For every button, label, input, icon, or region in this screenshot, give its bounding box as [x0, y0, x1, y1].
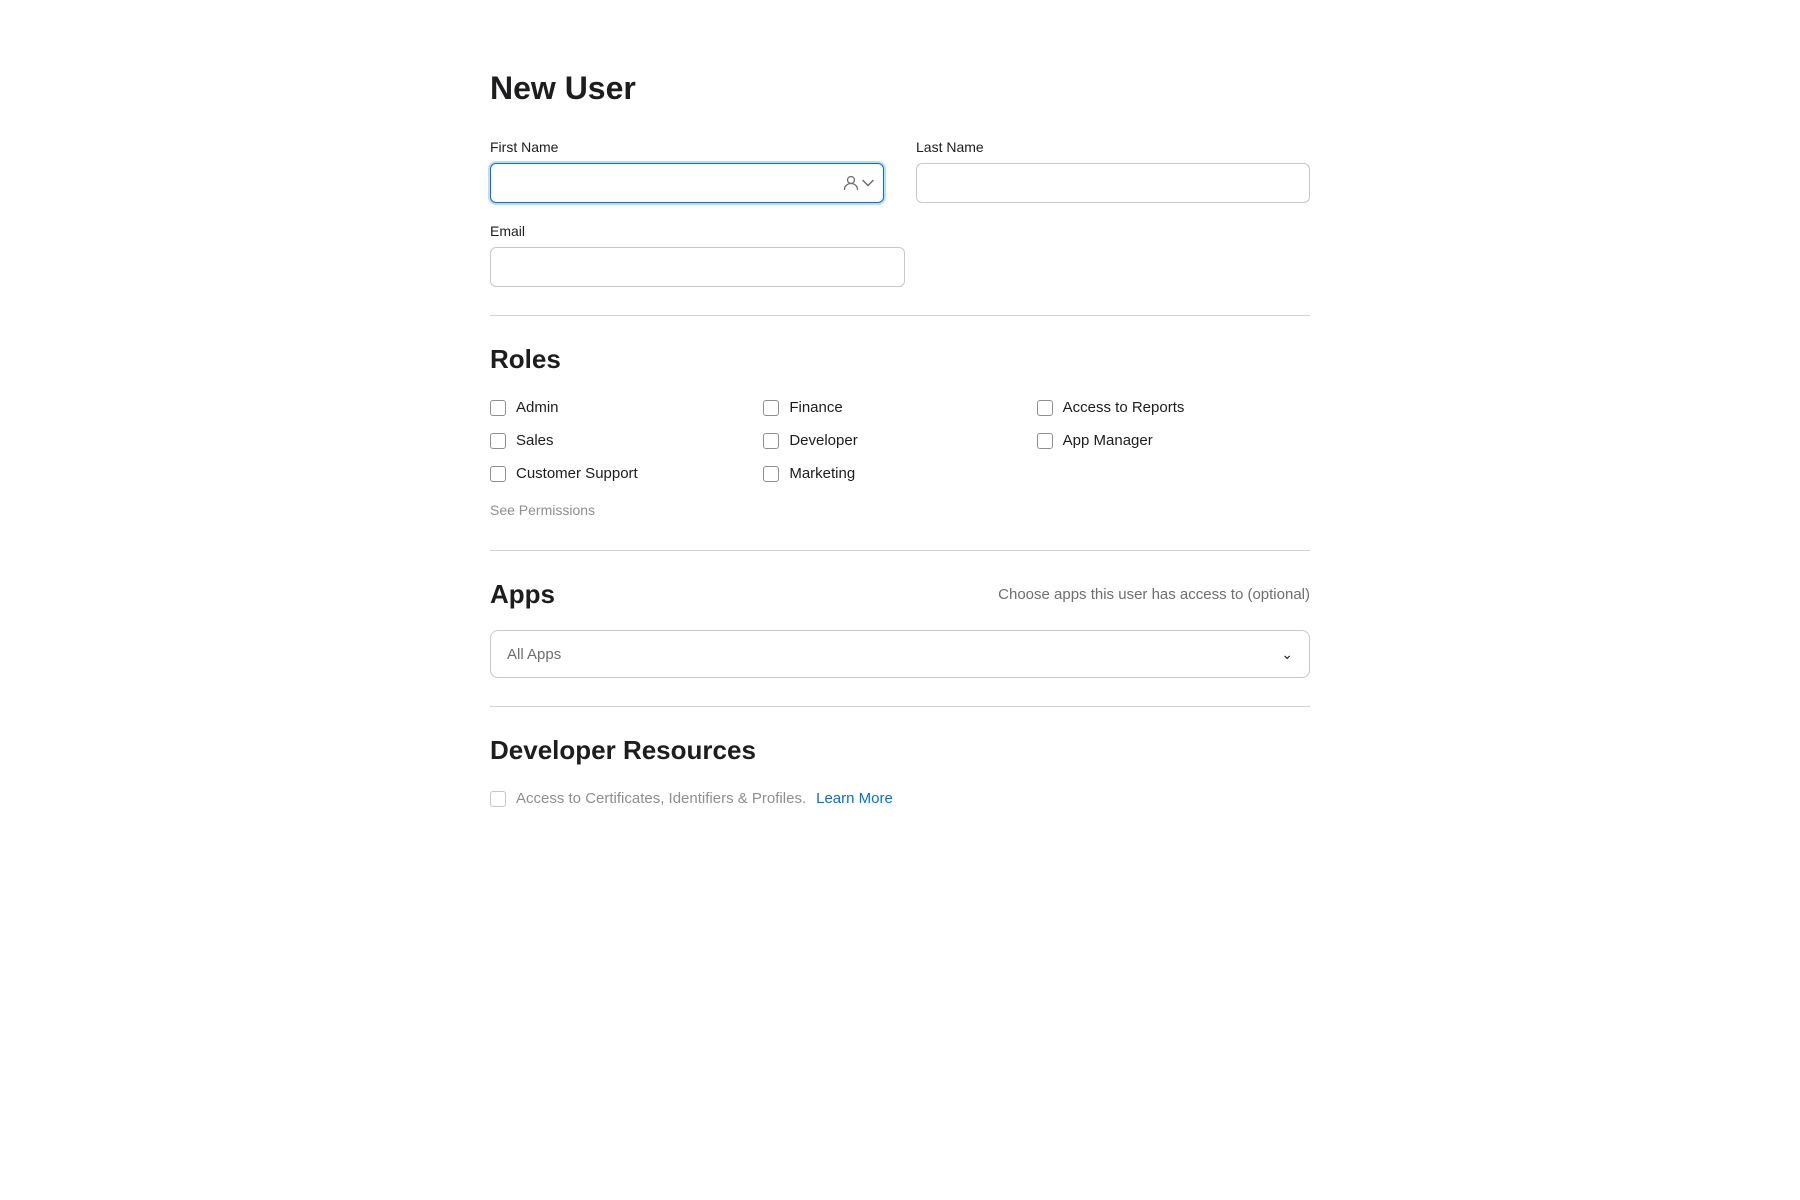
developer-checkbox[interactable] [763, 433, 779, 449]
divider-3 [490, 706, 1310, 707]
access-to-reports-label[interactable]: Access to Reports [1063, 399, 1185, 416]
roles-grid: Admin Sales Customer Support Finance [490, 399, 1310, 482]
apps-subtitle: Choose apps this user has access to (opt… [998, 586, 1310, 603]
email-row: Email [490, 223, 1310, 287]
roles-column-3: Access to Reports App Manager [1037, 399, 1310, 482]
see-permissions-link[interactable]: See Permissions [490, 502, 595, 518]
app-manager-checkbox[interactable] [1037, 433, 1053, 449]
divider-2 [490, 550, 1310, 551]
role-item-app-manager: App Manager [1037, 432, 1310, 449]
sales-label[interactable]: Sales [516, 432, 554, 449]
last-name-label: Last Name [916, 139, 1310, 155]
dev-cert-checkbox[interactable] [490, 791, 506, 807]
role-item-developer: Developer [763, 432, 1036, 449]
finance-label[interactable]: Finance [789, 399, 842, 416]
app-manager-label[interactable]: App Manager [1063, 432, 1153, 449]
customer-support-label[interactable]: Customer Support [516, 465, 638, 482]
page-title: New User [490, 70, 1310, 107]
last-name-group: Last Name [916, 139, 1310, 203]
first-name-group: First Name [490, 139, 884, 203]
role-item-sales: Sales [490, 432, 763, 449]
role-item-marketing: Marketing [763, 465, 1036, 482]
admin-label[interactable]: Admin [516, 399, 559, 416]
page-container: New User First Name Last Name [450, 0, 1350, 887]
name-row: First Name Last Name [490, 139, 1310, 203]
role-item-admin: Admin [490, 399, 763, 416]
apps-header: Apps Choose apps this user has access to… [490, 579, 1310, 610]
roles-section-title: Roles [490, 344, 1310, 375]
person-chevron-icon[interactable] [842, 174, 874, 192]
customer-support-checkbox[interactable] [490, 466, 506, 482]
admin-checkbox[interactable] [490, 400, 506, 416]
access-to-reports-checkbox[interactable] [1037, 400, 1053, 416]
marketing-label[interactable]: Marketing [789, 465, 855, 482]
marketing-checkbox[interactable] [763, 466, 779, 482]
roles-column-2: Finance Developer Marketing [763, 399, 1036, 482]
last-name-input[interactable] [916, 163, 1310, 203]
email-input[interactable] [490, 247, 905, 287]
finance-checkbox[interactable] [763, 400, 779, 416]
apps-section-title: Apps [490, 579, 555, 610]
first-name-input-wrapper [490, 163, 884, 203]
email-label: Email [490, 223, 905, 239]
role-item-customer-support: Customer Support [490, 465, 763, 482]
developer-resources-section: Developer Resources Access to Certificat… [490, 735, 1310, 807]
dev-cert-row: Access to Certificates, Identifiers & Pr… [490, 790, 1310, 807]
role-item-finance: Finance [763, 399, 1036, 416]
apps-dropdown[interactable]: All Apps ⌄ [490, 630, 1310, 678]
sales-checkbox[interactable] [490, 433, 506, 449]
developer-label[interactable]: Developer [789, 432, 857, 449]
role-item-access-to-reports: Access to Reports [1037, 399, 1310, 416]
apps-section: Apps Choose apps this user has access to… [490, 579, 1310, 678]
first-name-label: First Name [490, 139, 884, 155]
developer-resources-title: Developer Resources [490, 735, 1310, 766]
first-name-input[interactable] [490, 163, 884, 203]
roles-section: Roles Admin Sales Customer Support [490, 344, 1310, 522]
chevron-down-icon: ⌄ [1281, 646, 1293, 663]
learn-more-link[interactable]: Learn More [816, 790, 893, 807]
apps-dropdown-value: All Apps [507, 646, 561, 663]
email-group: Email [490, 223, 905, 287]
divider-1 [490, 315, 1310, 316]
dev-cert-text: Access to Certificates, Identifiers & Pr… [516, 790, 806, 807]
roles-column-1: Admin Sales Customer Support [490, 399, 763, 482]
person-icon [842, 174, 874, 192]
